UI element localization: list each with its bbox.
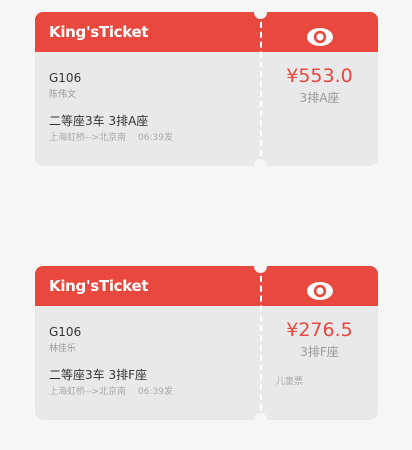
train-number: G106 xyxy=(49,71,82,85)
route-line: 上海虹桥-->北京南 06:39发 xyxy=(49,387,173,398)
train-number: G106 xyxy=(49,325,82,339)
ticket-price: ¥553.0 xyxy=(286,65,353,87)
passenger-name: 林佳乐 xyxy=(49,344,77,354)
ticket-type: 儿童票 xyxy=(276,377,304,387)
ticket-card[interactable]: King'sTicket G106 陈伟文 二等座3车 3排A座 上海虹桥-->… xyxy=(35,12,378,166)
ticket-notch-bottom xyxy=(254,159,267,166)
route-stations: 上海虹桥-->北京南 xyxy=(49,387,127,397)
seat-info: 二等座3车 3排F座 xyxy=(49,368,147,382)
seat-short: 3排F座 xyxy=(300,345,339,359)
route-stations: 上海虹桥-->北京南 xyxy=(49,133,127,143)
passenger-name: 陈伟文 xyxy=(49,90,77,100)
route-line: 上海虹桥-->北京南 06:39发 xyxy=(49,133,173,144)
ticket-notch-bottom xyxy=(254,413,267,420)
ticket-header: King'sTicket xyxy=(35,266,378,306)
eye-icon[interactable] xyxy=(306,27,334,47)
brand-title: King'sTicket xyxy=(49,23,149,41)
ticket-perforation xyxy=(260,12,262,166)
eye-icon[interactable] xyxy=(306,281,334,301)
seat-info: 二等座3车 3排A座 xyxy=(49,114,149,128)
seat-short: 3排A座 xyxy=(299,91,340,105)
ticket-perforation xyxy=(260,266,262,420)
brand-title: King'sTicket xyxy=(49,277,149,295)
ticket-card[interactable]: King'sTicket G106 林佳乐 二等座3车 3排F座 上海虹桥-->… xyxy=(35,266,378,420)
departure-time: 06:39发 xyxy=(138,133,173,143)
departure-time: 06:39发 xyxy=(138,387,173,397)
ticket-header: King'sTicket xyxy=(35,12,378,52)
ticket-price: ¥276.5 xyxy=(286,319,353,341)
